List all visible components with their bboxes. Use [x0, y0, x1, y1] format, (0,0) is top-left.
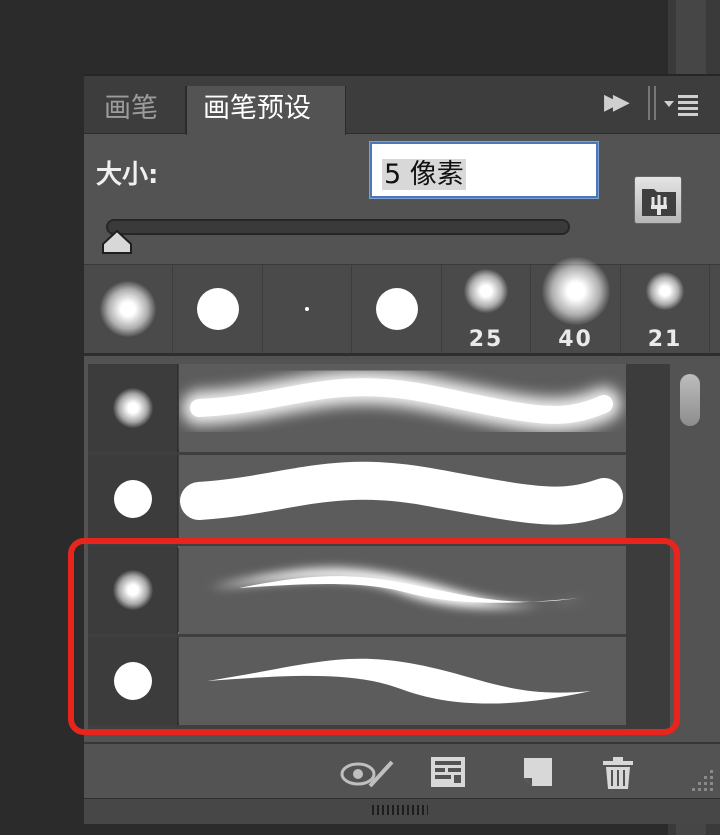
- resize-grip-icon[interactable]: [688, 768, 716, 796]
- preset-thumbnail: [88, 364, 178, 452]
- stroke-preview: [179, 455, 626, 543]
- soft-tip-icon: [100, 281, 156, 337]
- size-slider-track[interactable]: [106, 219, 570, 235]
- tab-brush[interactable]: 画笔: [88, 86, 186, 134]
- brush-preset-item[interactable]: [88, 364, 626, 452]
- highlight-annotation: [68, 538, 680, 735]
- eye-brush-icon[interactable]: [340, 756, 396, 794]
- preset-size-label: 21: [647, 327, 683, 352]
- soft-tip-icon: [113, 388, 153, 428]
- soft-tip-icon: [646, 272, 684, 310]
- brush-panel-toggle-icon: [642, 189, 676, 216]
- handle-grip-icon: [372, 805, 428, 815]
- preset-thumbnail: [88, 455, 178, 543]
- panel-menu-icon[interactable]: [664, 92, 700, 124]
- tab-bar: 画笔 画笔预设 ▶▶: [84, 76, 720, 135]
- brush-panel-icon[interactable]: [430, 756, 466, 792]
- preset-size-label: 40: [558, 327, 593, 352]
- panel-grip-icon[interactable]: [648, 86, 656, 120]
- preset-tip[interactable]: 21: [621, 265, 710, 353]
- preset-tips-row: 25 40 21: [84, 257, 720, 356]
- size-label: 大小:: [96, 160, 159, 190]
- tab-brush-presets[interactable]: 画笔预设: [186, 86, 346, 135]
- size-input[interactable]: 5 像素: [369, 141, 599, 199]
- size-value: 5 像素: [382, 159, 466, 190]
- brush-panel-toggle-button[interactable]: [634, 176, 682, 224]
- preset-tip[interactable]: [353, 265, 442, 353]
- soft-tip-icon: [541, 257, 610, 325]
- collapse-icon[interactable]: ▶▶: [604, 90, 630, 115]
- preset-tip[interactable]: 25: [442, 265, 531, 353]
- preset-tip[interactable]: [263, 265, 352, 353]
- brush-preset-item[interactable]: [88, 455, 626, 543]
- preset-tip[interactable]: 40: [532, 257, 621, 353]
- new-preset-icon[interactable]: [522, 756, 554, 792]
- preset-size-label: 25: [468, 327, 504, 352]
- panel-bottom-handle[interactable]: [84, 798, 720, 824]
- hard-tip-icon: [305, 307, 309, 311]
- stroke-preview: [179, 364, 626, 452]
- preset-tip[interactable]: [174, 265, 263, 353]
- soft-tip-icon: [464, 269, 508, 313]
- hard-tip-icon: [114, 480, 152, 518]
- scrollbar-thumb[interactable]: [680, 374, 700, 426]
- hard-tip-icon: [375, 288, 418, 330]
- hard-tip-icon: [196, 288, 239, 330]
- bottom-toolbar: [84, 742, 720, 798]
- preset-tip[interactable]: [84, 265, 173, 353]
- trash-icon[interactable]: [602, 756, 634, 794]
